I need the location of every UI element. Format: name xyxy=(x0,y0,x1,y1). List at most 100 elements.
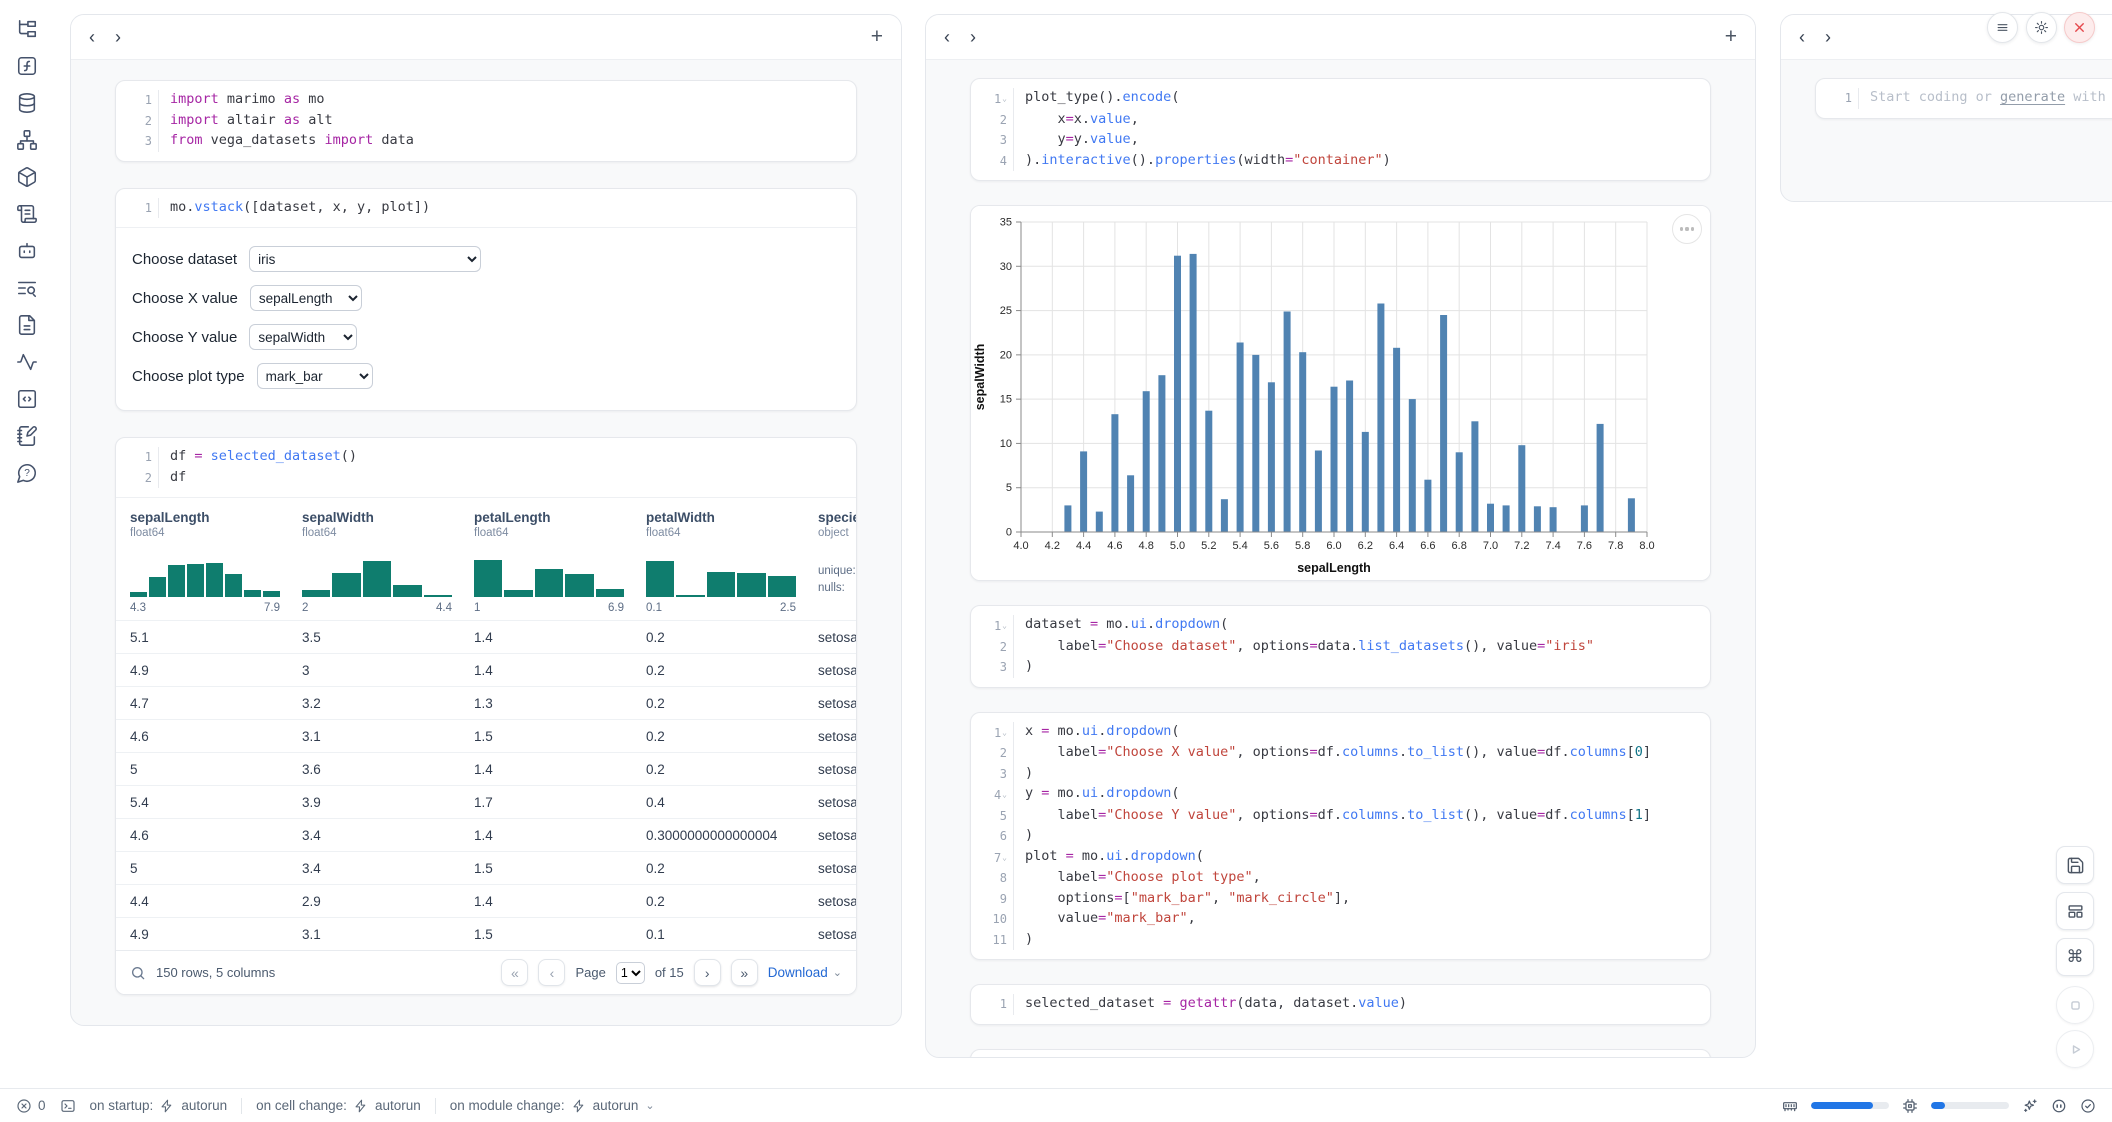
control-label: Choose plot type xyxy=(132,368,245,385)
page-select[interactable]: 1 xyxy=(616,962,645,984)
terminal-button[interactable] xyxy=(60,1098,76,1114)
help-circle-icon[interactable]: ? xyxy=(16,462,38,484)
code-editor-imports[interactable]: 1import marimo as mo2import altair as al… xyxy=(116,81,856,161)
page-label: Page xyxy=(575,965,605,980)
settings-button[interactable] xyxy=(2026,12,2057,43)
circle-x-icon xyxy=(16,1098,32,1114)
table-cell: setosa xyxy=(818,762,856,777)
column-header-petalLength[interactable]: petalLengthfloat6416.9 xyxy=(474,510,646,614)
first-page-button[interactable]: « xyxy=(501,959,528,986)
autorun-toggle[interactable]: on cell change:autorun xyxy=(256,1098,421,1113)
collapse-chevron-icon[interactable]: ⌄ xyxy=(1002,94,1007,103)
prev-page-button[interactable]: ‹ xyxy=(538,959,565,986)
table-cell: 5.1 xyxy=(130,630,302,645)
network-icon[interactable] xyxy=(16,129,38,151)
search-icon[interactable] xyxy=(130,965,146,981)
table-summary: 150 rows, 5 columns xyxy=(156,965,275,980)
code-editor-dataset[interactable]: 1⌄dataset = mo.ui.dropdown(2 label="Choo… xyxy=(971,606,1710,687)
line-number: 3 xyxy=(977,764,1013,785)
svg-text:?: ? xyxy=(24,468,30,479)
add-cell-button[interactable]: + xyxy=(1725,25,1737,49)
panel-back-button[interactable]: ‹ xyxy=(89,28,115,46)
command-palette-button[interactable]: ⌘ xyxy=(2056,938,2094,976)
bot-icon[interactable] xyxy=(16,240,38,262)
svg-text:6.8: 6.8 xyxy=(1452,540,1467,552)
svg-text:6.0: 6.0 xyxy=(1326,540,1341,552)
svg-text:5.0: 5.0 xyxy=(1170,540,1185,552)
line-number: 2 xyxy=(977,743,1013,764)
file-tree-icon[interactable] xyxy=(16,18,38,40)
panel-forward-button[interactable]: › xyxy=(970,28,996,46)
table-row: 4.63.11.50.2setosa xyxy=(116,719,856,752)
notebook-pen-icon[interactable] xyxy=(16,425,38,447)
collapse-chevron-icon[interactable]: ⌄ xyxy=(1002,621,1007,630)
next-page-button[interactable]: › xyxy=(694,959,721,986)
code-line: 3) xyxy=(977,764,1700,785)
collapse-chevron-icon[interactable]: ⌄ xyxy=(1002,790,1007,799)
svg-text:5: 5 xyxy=(1006,482,1012,494)
panel-forward-button[interactable]: › xyxy=(1825,28,1851,46)
choose-dataset-select[interactable]: iris xyxy=(249,246,481,272)
connection-status-icon[interactable] xyxy=(2080,1098,2096,1114)
code-text: from vega_datasets import data xyxy=(158,131,846,152)
table-cell: setosa xyxy=(818,828,856,843)
autorun-toggle[interactable]: on startup:autorun xyxy=(90,1098,228,1113)
column-header-petalWidth[interactable]: petalWidthfloat640.12.5 xyxy=(646,510,818,614)
table-cell: setosa xyxy=(818,927,856,942)
download-button[interactable]: Download ⌄ xyxy=(768,965,842,980)
ai-sparkles-button[interactable] xyxy=(2022,1098,2038,1114)
collapse-chevron-icon[interactable]: ⌄ xyxy=(1002,728,1007,737)
code-editor-selected[interactable]: 1selected_dataset = getattr(data, datase… xyxy=(971,985,1710,1024)
line-number: 8 xyxy=(977,868,1013,889)
terminal-icon xyxy=(60,1098,76,1114)
table-cell: 5 xyxy=(130,861,302,876)
package-icon[interactable] xyxy=(16,166,38,188)
code-line: 2 label="Choose dataset", options=data.l… xyxy=(977,637,1700,658)
column-header-species[interactable]: speciesobjectunique:nulls: xyxy=(818,510,856,614)
choose-y-value-select[interactable]: sepalWidth xyxy=(249,324,357,350)
add-cell-button[interactable]: + xyxy=(871,25,883,49)
database-icon[interactable] xyxy=(16,92,38,114)
column-dtype: float64 xyxy=(302,527,454,539)
code-square-icon[interactable] xyxy=(16,388,38,410)
code-line: 1mo.vstack([dataset, x, y, plot]) xyxy=(122,198,846,219)
panel-back-button[interactable]: ‹ xyxy=(1799,28,1825,46)
copilot-button[interactable] xyxy=(2051,1098,2067,1114)
activity-icon[interactable] xyxy=(16,351,38,373)
code-editor-df[interactable]: 1df = selected_dataset()2df xyxy=(116,438,856,497)
choose-plot-type-select[interactable]: mark_bar xyxy=(257,363,373,389)
bar-chart[interactable]: 4.04.24.44.64.85.05.25.45.65.86.06.26.46… xyxy=(971,206,1710,580)
column-header-sepalLength[interactable]: sepalLengthfloat644.37.9 xyxy=(130,510,302,614)
stop-button[interactable] xyxy=(2056,986,2094,1024)
code-line: 1⌄x = mo.ui.dropdown( xyxy=(977,722,1700,744)
file-text-icon[interactable] xyxy=(16,314,38,336)
last-page-button[interactable]: » xyxy=(731,959,758,986)
code-editor-vstack[interactable]: 1mo.vstack([dataset, x, y, plot]) xyxy=(116,189,856,228)
text-search-icon[interactable] xyxy=(16,277,38,299)
code-editor-plot-type[interactable]: 1plot_type = getattr(alt.Chart(df), plot… xyxy=(971,1050,1710,1059)
table-cell: setosa xyxy=(818,795,856,810)
run-button[interactable] xyxy=(2056,1030,2094,1068)
errors-indicator[interactable]: 0 xyxy=(16,1098,46,1114)
function-square-icon[interactable] xyxy=(16,55,38,77)
column-histogram xyxy=(302,553,452,597)
panel-back-button[interactable]: ‹ xyxy=(944,28,970,46)
scroll-text-icon[interactable] xyxy=(16,203,38,225)
panel-forward-button[interactable]: › xyxy=(115,28,141,46)
table-row: 53.41.50.2setosa xyxy=(116,851,856,884)
zap-icon xyxy=(160,1099,174,1113)
code-editor-empty[interactable]: 1Start coding or generate with xyxy=(1816,79,2112,118)
close-button[interactable] xyxy=(2064,12,2095,43)
choose-x-value-select[interactable]: sepalLength xyxy=(250,285,362,311)
collapse-chevron-icon[interactable]: ⌄ xyxy=(1002,853,1007,862)
table-row: 4.73.21.30.2setosa xyxy=(116,686,856,719)
save-button[interactable] xyxy=(2056,846,2094,884)
code-editor-plot[interactable]: 1⌄plot_type().encode(2 x=x.value,3 y=y.v… xyxy=(971,79,1710,180)
chart-menu-button[interactable] xyxy=(1672,214,1702,244)
code-editor-dropdowns[interactable]: 1⌄x = mo.ui.dropdown(2 label="Choose X v… xyxy=(971,713,1710,960)
column-header-sepalWidth[interactable]: sepalWidthfloat6424.4 xyxy=(302,510,474,614)
autorun-toggle[interactable]: on module change:autorun⌄ xyxy=(450,1098,655,1113)
svg-text:4.4: 4.4 xyxy=(1076,540,1091,552)
menu-button[interactable] xyxy=(1987,12,2018,43)
layout-button[interactable] xyxy=(2056,892,2094,930)
